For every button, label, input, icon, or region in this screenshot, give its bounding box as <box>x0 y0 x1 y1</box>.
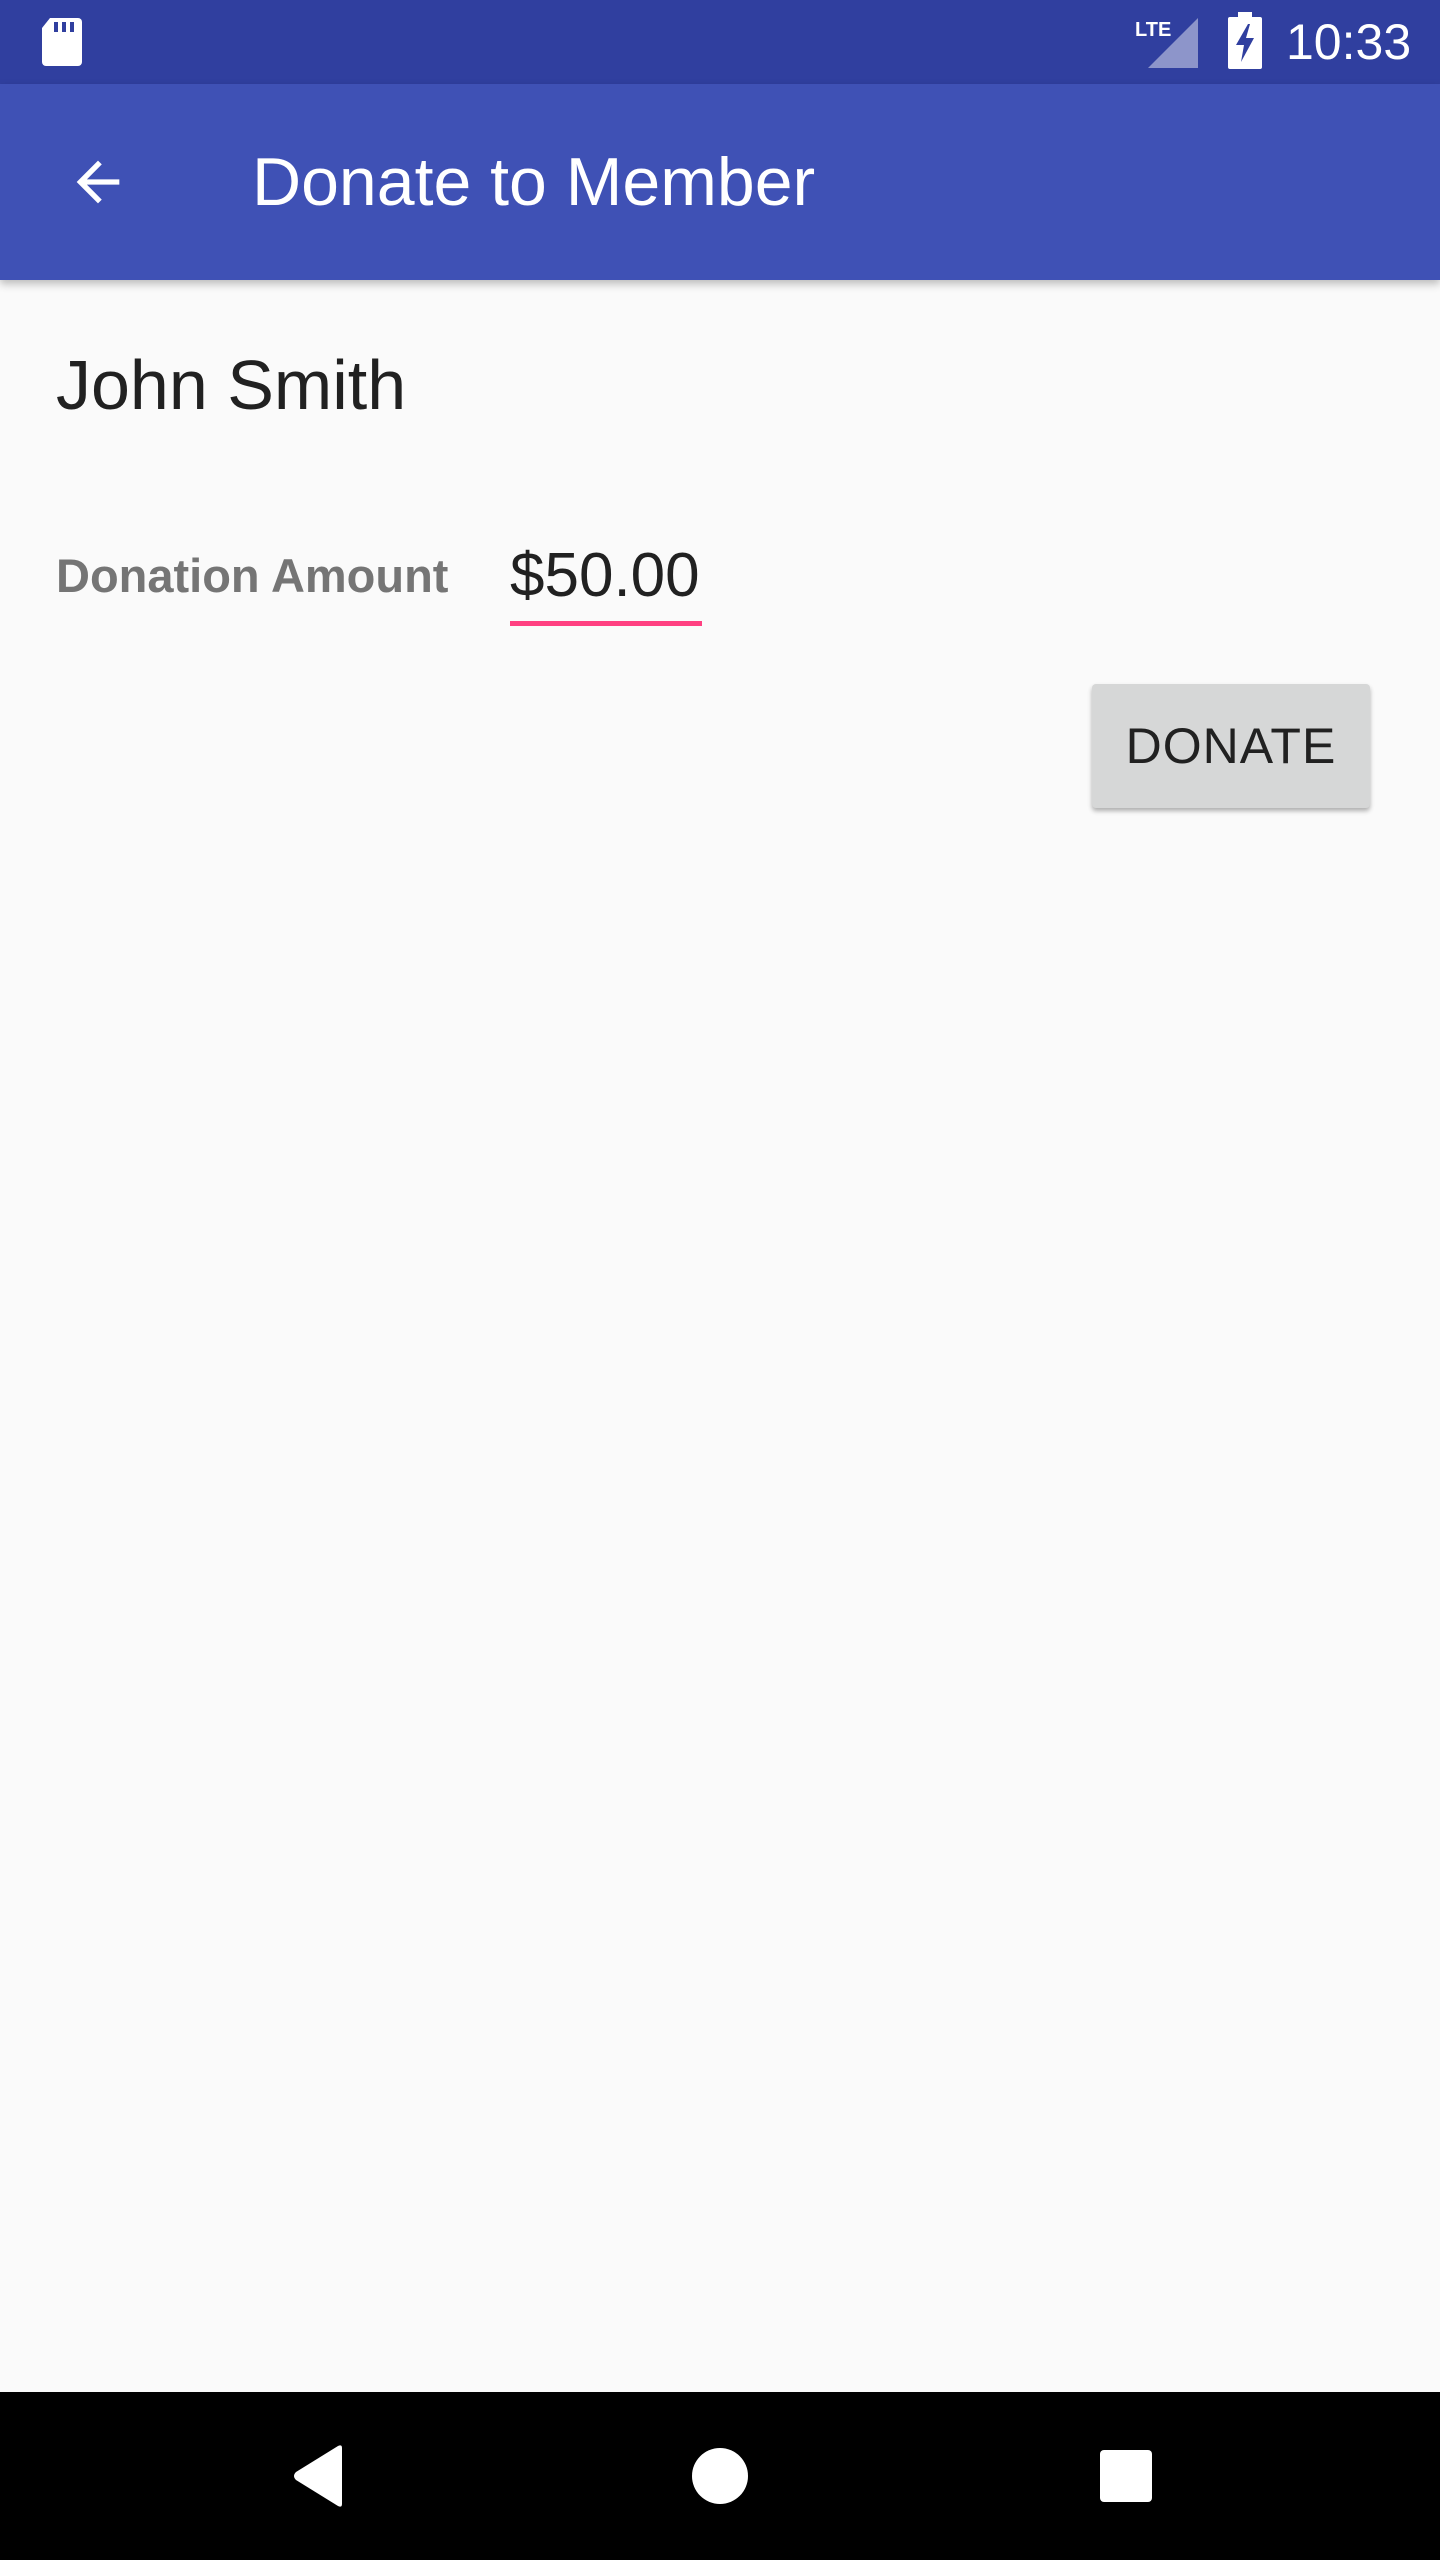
nav-back-button[interactable] <box>258 2416 378 2536</box>
donate-button[interactable]: DONATE <box>1092 684 1370 808</box>
nav-recents-button[interactable] <box>1066 2416 1186 2536</box>
status-time: 10:33 <box>1286 14 1412 70</box>
arrow-back-icon <box>76 160 120 204</box>
sd-card-icon <box>42 18 82 66</box>
navigation-bar <box>0 2392 1440 2560</box>
nav-home-button[interactable] <box>660 2416 780 2536</box>
donation-amount-input[interactable] <box>510 530 702 626</box>
status-bar: LTE 10:33 <box>0 0 1440 84</box>
donation-amount-label: Donation Amount <box>56 549 449 602</box>
nav-back-icon <box>294 2445 342 2507</box>
app-bar: Donate to Member <box>0 84 1440 280</box>
svg-text:LTE: LTE <box>1135 19 1171 41</box>
nav-recents-icon <box>1100 2450 1152 2502</box>
lte-signal-icon: LTE <box>1135 18 1198 68</box>
back-button[interactable] <box>42 126 154 238</box>
page-title: Donate to Member <box>252 144 816 220</box>
battery-charging-icon <box>1228 12 1262 69</box>
member-name: John Smith <box>56 346 407 424</box>
nav-home-icon <box>692 2448 748 2504</box>
